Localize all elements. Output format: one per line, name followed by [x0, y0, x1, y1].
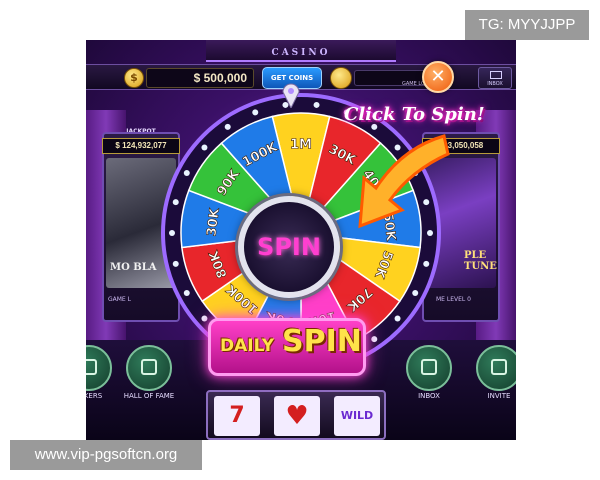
bottom-nav-label-1: HALL OF FAME: [123, 392, 175, 400]
wheel-bulb: [169, 230, 175, 236]
wheel-bulb: [252, 109, 259, 116]
bottom-nav-label-3: INVITE: [487, 392, 511, 400]
game-screenshot: CASINO $ $ 500,000 GET COINS GAME LOBBY …: [86, 40, 516, 440]
wheel-bulb: [183, 289, 190, 296]
wheel-bulb: [394, 315, 401, 322]
telegram-watermark: TG: MYYJJPP: [465, 10, 589, 40]
inbox-top-button[interactable]: INBOX: [478, 67, 512, 89]
slot-name-right: PLE TUNE: [464, 250, 497, 272]
daily-spin-daily-text: DAILY: [220, 336, 275, 356]
slot-reels: 7 ♥ WILD: [206, 390, 386, 440]
wheel-bulb: [427, 230, 433, 236]
reel-wild: WILD: [334, 396, 380, 436]
wheel-bulb: [313, 101, 320, 108]
spin-button-label[interactable]: SPIN: [238, 196, 340, 298]
reel-heart: ♥: [274, 396, 320, 436]
coin-icon-secondary: [330, 67, 352, 89]
wheel-bulb: [201, 315, 208, 322]
wheel-bulb: [201, 144, 208, 151]
coin-icon: $: [124, 68, 144, 88]
reel-seven: 7: [214, 396, 260, 436]
wheel-bulb: [371, 336, 378, 343]
casino-title: CASINO: [271, 48, 331, 58]
page: CASINO $ $ 500,000 GET COINS GAME LOBBY …: [0, 0, 600, 480]
daily-spin-spin-text: SPIN: [282, 324, 362, 359]
wheel-pointer-icon: [282, 83, 300, 108]
wheel-bulb: [423, 260, 430, 267]
arrow-icon: [358, 134, 450, 229]
wheel-bulb: [224, 123, 231, 130]
wheel-bulb: [172, 199, 179, 206]
balance-display: $ 500,000: [146, 68, 254, 88]
invite-button[interactable]: [476, 345, 516, 391]
inbox-top-label: INBOX: [487, 81, 503, 87]
invite-icon: [491, 359, 507, 375]
slot-name-left: MO BLA: [110, 262, 157, 273]
wheel-bulb: [172, 260, 179, 267]
kers-icon: [86, 359, 97, 375]
site-watermark: www.vip-pgsoftcn.org: [10, 440, 202, 470]
wheel-segment-label: 1M: [290, 138, 312, 153]
bottom-nav-label-2: INBOX: [418, 392, 440, 400]
top-bar: $ $ 500,000 GET COINS GAME LOBBY ✕ INBOX: [86, 61, 516, 93]
game-level-left: GAME L: [108, 296, 131, 303]
wheel-bulb: [183, 170, 190, 177]
click-to-spin-text: Click To Spin!: [344, 104, 485, 125]
casino-banner: CASINO: [206, 40, 396, 62]
wheel-bulb: [412, 289, 419, 296]
envelope-icon: [490, 71, 502, 79]
trophy-icon: [141, 359, 157, 375]
